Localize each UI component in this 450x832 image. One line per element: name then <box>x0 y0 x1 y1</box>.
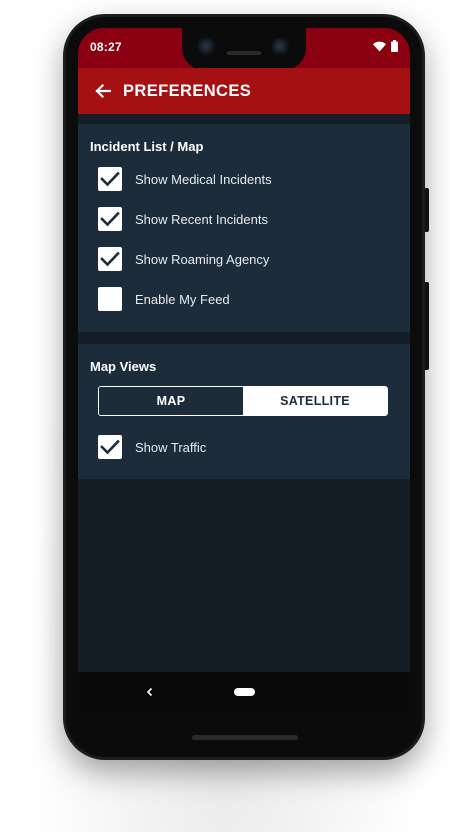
map-view-option-map[interactable]: MAP <box>99 387 243 415</box>
checkmark-icon <box>100 439 120 455</box>
option-show-medical-incidents[interactable]: Show Medical Incidents <box>98 167 272 191</box>
section-title-map-views: Map Views <box>90 359 157 374</box>
option-label: Show Recent Incidents <box>135 211 268 227</box>
incident-section: Incident List / Map Show Medical Inciden… <box>78 124 410 332</box>
front-camera-right <box>271 37 291 57</box>
notch <box>182 28 306 70</box>
navigation-bar <box>78 672 410 712</box>
option-show-roaming-agency[interactable]: Show Roaming Agency <box>98 247 269 271</box>
app-bar: PREFERENCES <box>78 68 410 114</box>
option-show-recent-incidents[interactable]: Show Recent Incidents <box>98 207 268 231</box>
map-views-section: Map Views MAP SATELLITE Show Traffic <box>78 344 410 479</box>
checkbox-show-traffic[interactable] <box>98 435 122 459</box>
stage: 08:27 PREFERENCES Incident List / Map Sh… <box>0 0 450 832</box>
checkmark-icon <box>100 211 120 227</box>
arrow-left-icon <box>95 83 111 99</box>
option-label: Show Traffic <box>135 439 207 455</box>
front-camera-left <box>197 37 217 57</box>
option-label: Enable My Feed <box>135 291 230 307</box>
wifi-icon <box>373 41 386 51</box>
section-title-incident: Incident List / Map <box>90 139 204 154</box>
checkbox-show-medical-incidents[interactable] <box>98 167 122 191</box>
nav-home-pill[interactable] <box>234 688 255 696</box>
page-title: PREFERENCES <box>123 82 252 100</box>
checkbox-show-roaming-agency[interactable] <box>98 247 122 271</box>
checkbox-enable-my-feed[interactable] <box>98 287 122 311</box>
checkmark-icon <box>100 251 120 267</box>
bottom-speaker <box>192 735 298 740</box>
checkmark-icon <box>100 171 120 187</box>
map-view-toggle: MAP SATELLITE <box>98 386 388 416</box>
checkbox-show-recent-incidents[interactable] <box>98 207 122 231</box>
nav-back-icon[interactable] <box>144 685 156 699</box>
status-time: 08:27 <box>90 40 122 54</box>
option-label: Show Medical Incidents <box>135 171 272 187</box>
back-button[interactable] <box>92 80 114 102</box>
battery-icon <box>391 40 398 52</box>
option-label: Show Roaming Agency <box>135 251 270 267</box>
status-icons <box>373 40 398 52</box>
map-view-option-satellite[interactable]: SATELLITE <box>243 387 387 415</box>
screen: 08:27 PREFERENCES Incident List / Map Sh… <box>78 28 410 712</box>
option-show-traffic[interactable]: Show Traffic <box>98 435 206 459</box>
earpiece-speaker <box>227 51 261 55</box>
option-enable-my-feed[interactable]: Enable My Feed <box>98 287 230 311</box>
